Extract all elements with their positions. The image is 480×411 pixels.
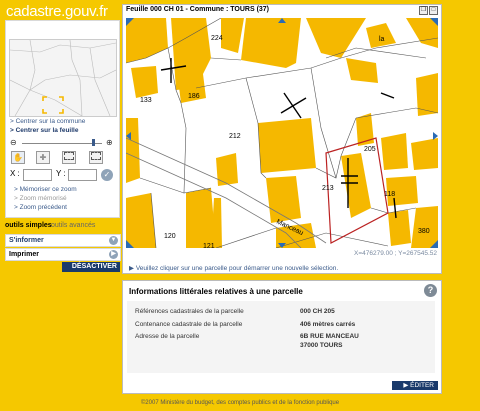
info-label: Références cadastrales de la parcelle	[135, 308, 244, 315]
map-hint-text: Veuillez cliquer sur une parcelle pour d…	[135, 265, 339, 272]
inform-section[interactable]: S'informer ▼	[5, 234, 121, 247]
map-hint: ▶ Veuillez cliquer sur une parcelle pour…	[129, 265, 339, 272]
zoom-slider[interactable]: ⊖ ⊕	[10, 138, 115, 148]
info-panel: Informations littérales relatives à une …	[122, 280, 442, 394]
tab-advanced-tools[interactable]: outils avancés	[51, 222, 95, 229]
edit-label: ÉDITER	[410, 382, 434, 389]
footer-copyright: ©2007 Ministère du budget, des comptes p…	[140, 400, 340, 406]
deactivate-button[interactable]: DÉSACTIVER	[62, 262, 120, 272]
print-label: Imprimer	[9, 251, 39, 258]
edit-button[interactable]: ▶ ÉDITER	[392, 381, 438, 390]
info-label: Contenance cadastrale de la parcelle	[135, 321, 243, 328]
pan-hand-icon[interactable]: ✋	[11, 151, 25, 164]
chevron-down-icon[interactable]: ▼	[109, 236, 118, 245]
parcel-number[interactable]: 118	[384, 191, 395, 198]
memorized-zoom-link: > Zoom mémorisé	[14, 195, 67, 202]
y-label: Y :	[56, 169, 66, 178]
print-section[interactable]: Imprimer ▶	[5, 248, 121, 261]
info-label: Adresse de la parcelle	[135, 333, 200, 340]
memorize-zoom-link[interactable]: > Mémoriser ce zoom	[14, 186, 77, 193]
map-coordinates: X=476279.00 ; Y=267545.52	[353, 250, 437, 257]
info-value: 406 mètres carrés	[300, 321, 356, 328]
info-title: Informations littérales relatives à une …	[129, 287, 303, 296]
zoom-handle[interactable]	[92, 139, 95, 146]
street-label: la	[379, 36, 385, 43]
info-value: 37000 TOURS	[300, 342, 343, 349]
parcel-number[interactable]: 380	[418, 228, 430, 235]
parcel-number[interactable]: 213	[322, 185, 334, 192]
help-icon[interactable]: ?	[424, 284, 437, 297]
y-coordinate-input[interactable]	[68, 169, 97, 181]
parcel-number[interactable]: 186	[188, 93, 200, 100]
zoom-box-icon[interactable]	[62, 151, 76, 164]
x-label: X :	[10, 169, 20, 178]
info-value: 000 CH 205	[300, 308, 335, 315]
parcel-number[interactable]: 133	[140, 97, 152, 104]
zoom-out-icon[interactable]: ⊖	[10, 138, 17, 147]
site-logo[interactable]: cadastre.gouv.fr	[6, 3, 108, 20]
map-window: Feuille 000 CH 01 - Commune : TOURS (37)…	[122, 4, 442, 274]
parcel-number[interactable]: 212	[229, 133, 241, 140]
info-value: 6B RUE MANCEAU	[300, 333, 359, 340]
chevron-right-icon[interactable]: ▶	[109, 250, 118, 259]
x-coordinate-input[interactable]	[23, 169, 52, 181]
crosshair-icon[interactable]: ✛	[36, 151, 50, 164]
map-title: Feuille 000 CH 01 - Commune : TOURS (37)	[126, 6, 270, 13]
center-feuille-link[interactable]: > Centrer sur la feuille	[10, 127, 78, 134]
zoom-extent-icon[interactable]	[89, 151, 103, 164]
go-checkmark-icon[interactable]: ✓	[101, 169, 113, 181]
parcel-number[interactable]: 205	[364, 146, 376, 153]
zoom-track	[22, 143, 102, 144]
maximize-icon[interactable]: □	[429, 6, 438, 15]
window-controls: ❐ □	[418, 6, 438, 15]
previous-zoom-link[interactable]: > Zoom précédent	[14, 204, 67, 211]
cadastral-map[interactable]: 224 133 186 212 205 213 118 120 121 380 …	[126, 18, 438, 248]
navigation-panel: > Centrer sur la commune > Centrer sur l…	[5, 20, 120, 218]
parcel-number[interactable]: 120	[164, 233, 176, 240]
info-body: Références cadastrales de la parcelle 00…	[127, 301, 435, 373]
inform-label: S'informer	[9, 237, 44, 244]
center-commune-link[interactable]: > Centrer sur la commune	[10, 118, 85, 125]
zoom-in-icon[interactable]: ⊕	[106, 138, 113, 147]
restore-icon[interactable]: ❐	[419, 6, 428, 15]
tools-tabs: outils simples outils avancés	[5, 222, 118, 232]
parcel-number[interactable]: 224	[211, 35, 223, 42]
deactivate-label: DÉSACTIVER	[71, 263, 117, 270]
tab-simple-tools[interactable]: outils simples	[5, 222, 52, 229]
overview-map[interactable]	[9, 39, 117, 117]
parcel-number[interactable]: 121	[203, 243, 215, 248]
